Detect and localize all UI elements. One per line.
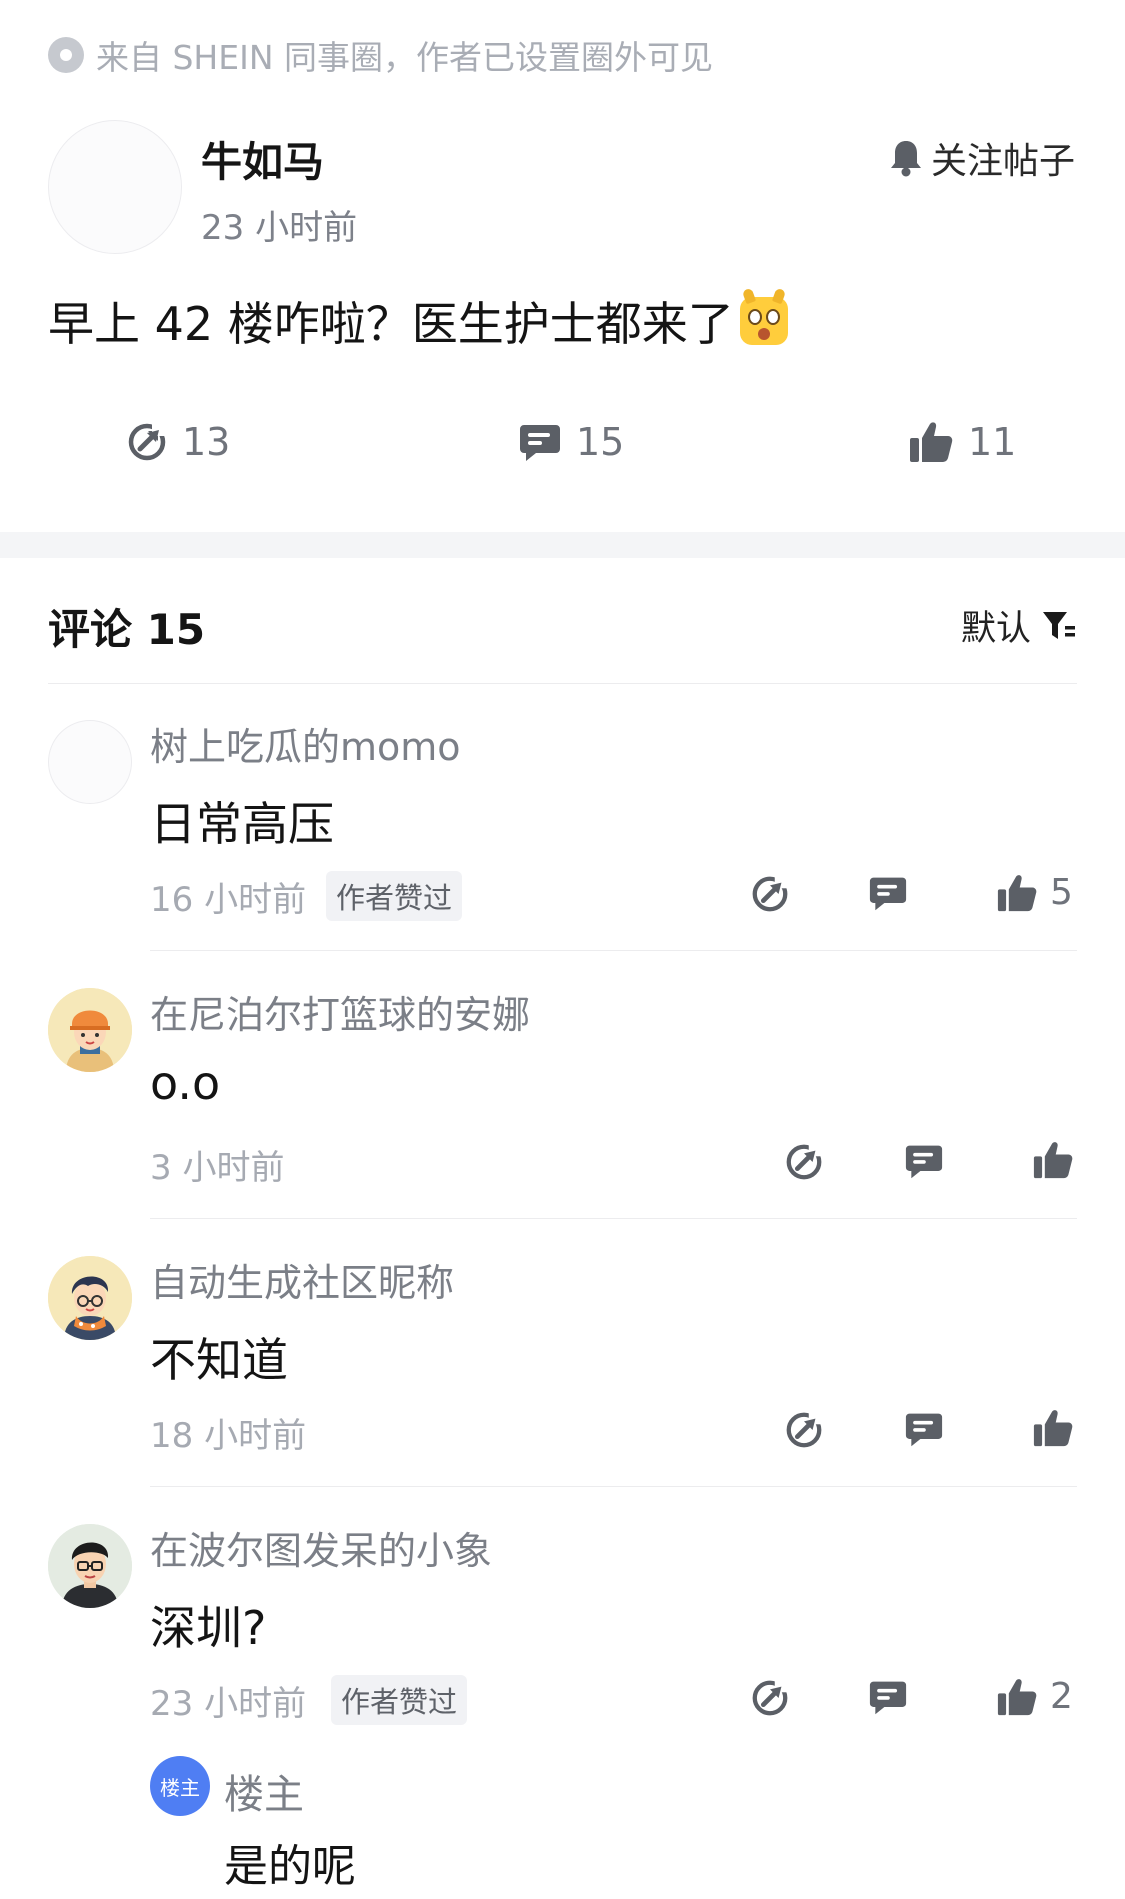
thumbs-up-icon <box>997 874 1037 911</box>
op-reply-text: 是的呢 <box>224 1841 356 1892</box>
astonished-face-emoji-icon <box>739 287 788 345</box>
post-text: 早上 42 楼咋啦？医生护士都来了 <box>48 297 734 351</box>
follow-post-button[interactable]: 关注帖子 <box>889 132 1075 184</box>
share-icon <box>786 1142 824 1180</box>
comment-icon <box>869 1681 907 1715</box>
thumbs-up-icon <box>1033 1142 1073 1179</box>
share-stat-button[interactable]: 13 <box>126 420 230 464</box>
comments-title: 评论 15 <box>48 605 206 654</box>
thumbs-up-icon <box>997 1678 1037 1715</box>
comment-count: 15 <box>576 420 625 464</box>
comment-text: 日常高压 <box>150 797 334 851</box>
comment-like-button[interactable]: 2 <box>996 1676 1073 1717</box>
commenter-avatar[interactable] <box>48 988 132 1072</box>
comment-share-button[interactable] <box>750 1678 790 1718</box>
author-liked-badge: 作者赞过 <box>331 1675 468 1725</box>
boy-glasses-scarf-avatar-icon <box>48 1256 132 1340</box>
share-icon <box>128 422 168 461</box>
commenter-avatar[interactable] <box>48 720 132 804</box>
post-author-name[interactable]: 牛如马 <box>201 128 324 188</box>
comment-reply-button[interactable] <box>868 1678 908 1716</box>
comment-like-count: 2 <box>1050 1676 1073 1717</box>
sort-label: 默认 <box>960 609 1031 649</box>
follow-label: 关注帖子 <box>930 141 1075 182</box>
comment-time: 3 小时前 <box>150 1148 285 1188</box>
comment-share-button[interactable] <box>784 1410 824 1450</box>
share-icon <box>752 1678 790 1716</box>
comment-stat-button[interactable]: 15 <box>518 420 624 464</box>
comment-like-button[interactable]: 5 <box>996 872 1073 913</box>
commenter-name[interactable]: 树上吃瓜的momo <box>150 716 461 771</box>
source-notice: 来自 SHEIN 同事圈，作者已设置圈外可见 <box>48 36 713 77</box>
post-stats-bar: 13 15 11 <box>0 420 1125 480</box>
circle-dot-icon <box>48 37 84 73</box>
thumbs-up-icon <box>1033 1410 1073 1447</box>
op-reply-name[interactable]: 楼主 <box>224 1762 304 1820</box>
commenter-avatar[interactable] <box>48 1524 132 1608</box>
comment-text: o.o <box>150 1056 221 1110</box>
like-stat-button[interactable]: 11 <box>908 420 1016 464</box>
comment-time: 18 小时前 <box>150 1416 307 1456</box>
comment-like-button[interactable] <box>1032 1140 1074 1180</box>
post-author-avatar[interactable] <box>48 120 182 254</box>
sort-button[interactable]: 默认 <box>961 600 1077 651</box>
comment-share-button[interactable] <box>784 1142 824 1182</box>
comment-text: 不知道 <box>150 1333 288 1387</box>
commenter-name[interactable]: 在波尔图发呆的小象 <box>150 1520 492 1575</box>
comment-reply-button[interactable] <box>904 1142 944 1180</box>
comment-divider <box>150 1218 1077 1219</box>
man-glasses-avatar-icon <box>48 1524 132 1608</box>
bell-icon <box>890 141 921 177</box>
comment-time: 23 小时前 <box>150 1684 307 1724</box>
comment-icon <box>869 877 907 911</box>
comment-icon <box>905 1145 943 1179</box>
commenter-name[interactable]: 在尼泊尔打篮球的安娜 <box>150 984 530 1039</box>
comment-time: 16 小时前 <box>150 880 307 920</box>
post-time: 23 小时前 <box>201 208 358 248</box>
comment-like-count: 5 <box>1050 872 1073 913</box>
comment-share-button[interactable] <box>750 874 790 914</box>
comment-divider <box>150 1486 1077 1487</box>
comments-title-divider <box>48 683 1077 684</box>
girl-orange-hat-avatar-icon <box>48 988 132 1072</box>
share-count: 13 <box>182 420 231 464</box>
share-icon <box>752 874 790 912</box>
comment-icon <box>905 1413 943 1447</box>
op-badge: 楼主 <box>150 1756 210 1816</box>
comment-icon <box>520 425 560 461</box>
comment-like-button[interactable] <box>1032 1408 1074 1448</box>
commenter-avatar[interactable] <box>48 1256 132 1340</box>
share-icon <box>786 1410 824 1448</box>
like-count: 11 <box>968 420 1017 464</box>
post-content: 早上 42 楼咋啦？医生护士都来了 <box>48 287 788 354</box>
comment-reply-button[interactable] <box>868 874 908 912</box>
thumbs-up-icon <box>910 422 953 462</box>
author-liked-badge: 作者赞过 <box>326 871 463 921</box>
source-notice-text: 来自 SHEIN 同事圈，作者已设置圈外可见 <box>96 38 714 77</box>
section-divider <box>0 532 1125 558</box>
filter-icon <box>1043 611 1075 639</box>
comment-divider <box>150 950 1077 951</box>
commenter-name[interactable]: 自动生成社区昵称 <box>150 1252 454 1307</box>
comment-reply-button[interactable] <box>904 1410 944 1448</box>
comment-text: 深圳? <box>150 1601 267 1655</box>
